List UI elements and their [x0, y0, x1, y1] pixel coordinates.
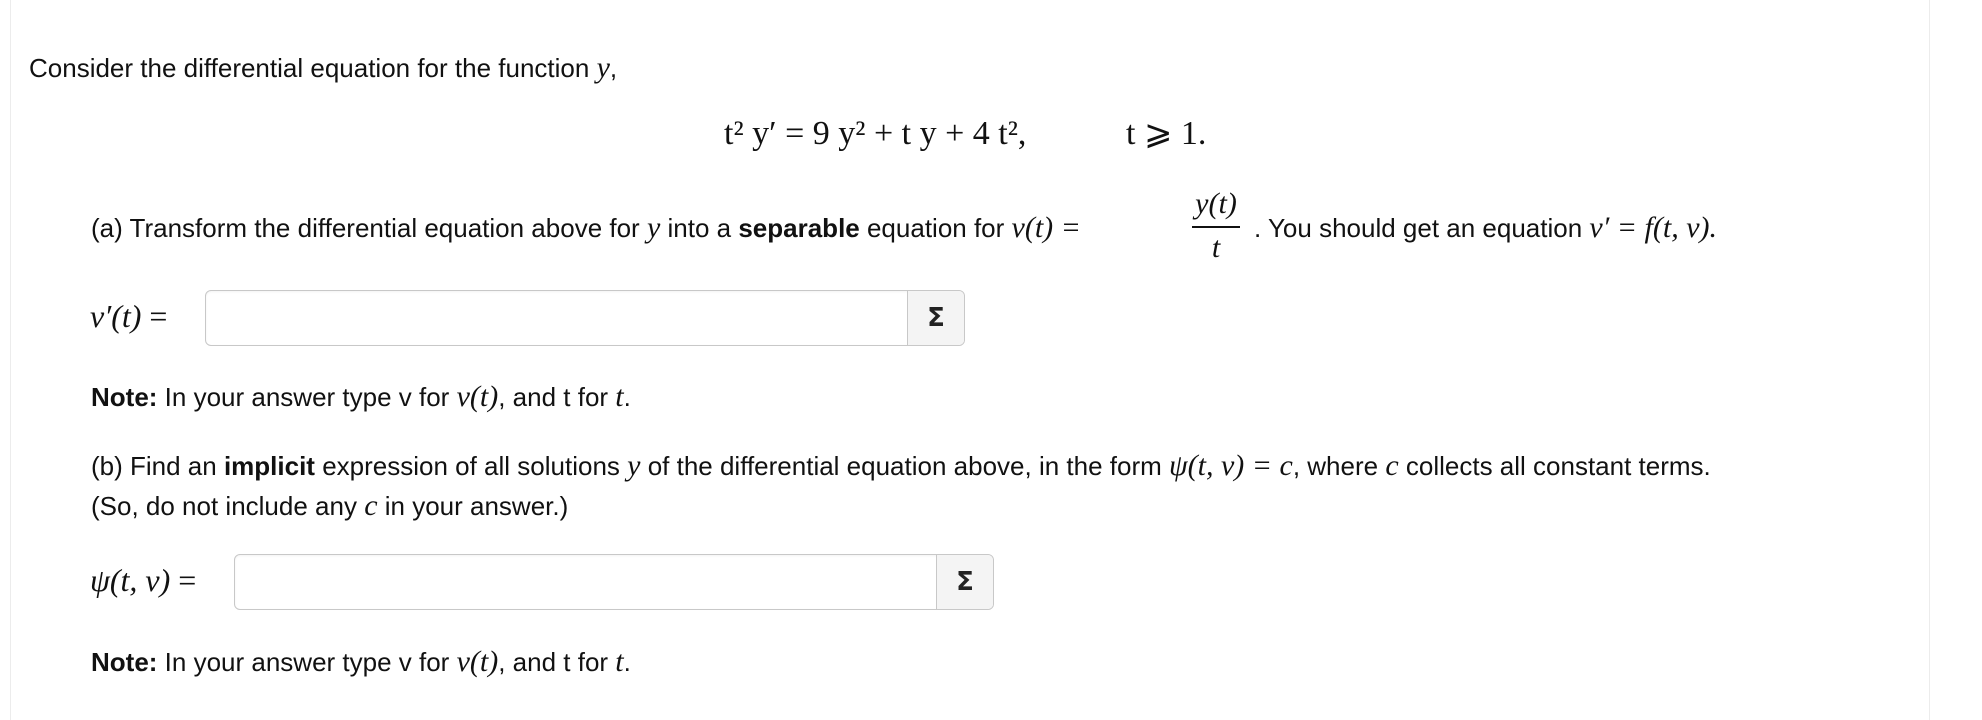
note-b-end: . [623, 647, 631, 677]
note-a-text1: In your answer type v for [157, 382, 457, 412]
part-a-line: (a) Transform the differential equation … [91, 212, 1081, 244]
note-a-bold: Note: [91, 382, 158, 412]
note-b: Note: In your answer type v for v(t), an… [91, 646, 631, 678]
answer-a-sigma-button[interactable]: Σ [907, 291, 964, 345]
part-b-line2-post: in your answer.) [377, 491, 569, 521]
note-b-bold: Note: [91, 647, 158, 677]
intro-var-y: y [596, 51, 610, 84]
equation-main: t² y′ = 9 y² + t y + 4 t², [724, 115, 1027, 152]
fraction-y-over-t: y(t) t [1188, 186, 1244, 266]
answer-b-sigma-button[interactable]: Σ [936, 555, 993, 609]
part-a-after: . You should get an equation v′ = f(t, v… [1254, 212, 1717, 244]
equation-condition: t ⩾ 1. [1126, 115, 1207, 152]
part-a-form: v′ = f(t, v). [1589, 211, 1718, 244]
part-a-into: into a [660, 213, 739, 243]
note-b-t: t [615, 645, 624, 678]
part-a-suffix: equation for [859, 213, 1012, 243]
answer-b-label-text: ψ(t, v) [90, 562, 171, 598]
answer-a-field: Σ [205, 290, 965, 346]
part-b-mid3: , where [1292, 451, 1386, 481]
part-b-form: ψ(t, v) = c [1169, 449, 1293, 482]
part-b-tail: collects all constant terms. [1398, 451, 1711, 481]
fraction-bar [1192, 226, 1240, 228]
fraction-denominator: t [1211, 231, 1221, 264]
note-b-text2: , and t for [498, 647, 616, 677]
part-a-bold-separable: separable [738, 213, 860, 243]
note-a-t: t [615, 380, 624, 413]
part-b-line2-c: c [364, 489, 378, 522]
answer-a-input[interactable] [206, 291, 907, 345]
answer-a-equals: = [149, 298, 168, 334]
note-b-v-of-t: v(t) [456, 645, 499, 678]
part-b-c: c [1385, 449, 1399, 482]
fraction-numerator: y(t) [1195, 187, 1237, 220]
answer-a-label: v′(t) = [90, 296, 167, 336]
note-b-text1: In your answer type v for [157, 647, 457, 677]
intro-tail: , [609, 53, 618, 83]
page: Consider the differential equation for t… [0, 0, 1982, 720]
part-b-mid2: of the differential equation above, in t… [640, 451, 1169, 481]
intro-text: Consider the differential equation for t… [29, 53, 597, 83]
part-b-line2-pre: (So, do not include any [91, 491, 365, 521]
note-a-text2: , and t for [498, 382, 616, 412]
note-a: Note: In your answer type v for v(t), an… [91, 381, 631, 413]
answer-b-field: Σ [234, 554, 994, 610]
part-a-after-text: . You should get an equation [1254, 213, 1590, 243]
part-a-prefix: (a) Transform the differential equation … [91, 213, 647, 243]
answer-b-input[interactable] [235, 555, 936, 609]
part-b-line1: (b) Find an implicit expression of all s… [91, 450, 1711, 482]
part-b-prefix: (b) Find an [91, 451, 224, 481]
part-b-bold-implicit: implicit [223, 451, 315, 481]
problem-card [10, 0, 1930, 720]
part-b-mid1: expression of all solutions [314, 451, 628, 481]
answer-b-equals: = [178, 562, 197, 598]
note-a-end: . [623, 382, 631, 412]
part-b-line2: (So, do not include any c in your answer… [91, 490, 568, 522]
part-b-var-y: y [627, 449, 641, 482]
intro-line: Consider the differential equation for t… [29, 52, 617, 84]
answer-a-label-text: v′(t) [90, 298, 142, 334]
note-a-v-of-t: v(t) [456, 380, 499, 413]
part-a-var-y: y [646, 211, 661, 244]
answer-b-label: ψ(t, v) = [90, 560, 196, 600]
part-a-v-of-t: v(t) = [1011, 211, 1081, 244]
